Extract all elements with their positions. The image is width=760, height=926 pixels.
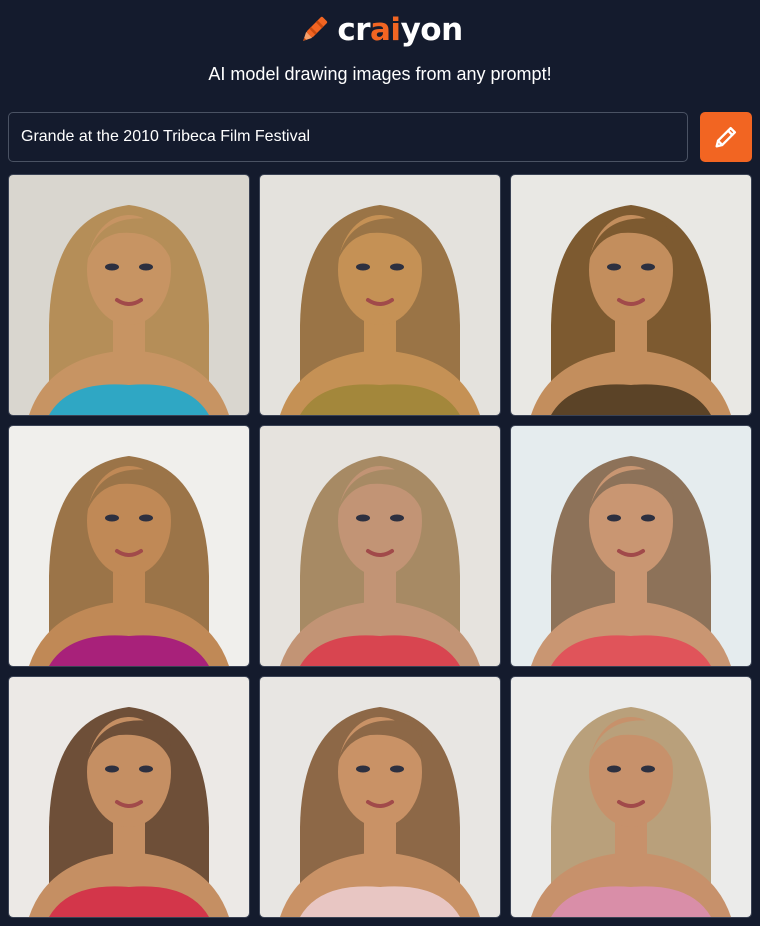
tagline: AI model drawing images from any prompt! [208, 64, 552, 84]
pencil-icon [715, 126, 737, 148]
portrait-image [511, 426, 751, 666]
result-image[interactable] [8, 676, 250, 918]
result-image[interactable] [8, 174, 250, 416]
logo[interactable]: craiyon [0, 8, 760, 52]
brand-name-accent: ai [370, 12, 401, 48]
portrait-image [9, 677, 249, 917]
brand-name: craiyon [337, 8, 464, 52]
brand-name-suffix: yon [400, 12, 464, 48]
draw-button[interactable] [700, 112, 752, 162]
portrait-image [9, 175, 249, 415]
result-image[interactable] [259, 425, 501, 667]
result-image[interactable] [259, 676, 501, 918]
crayon-icon [303, 16, 328, 41]
result-image[interactable] [510, 425, 752, 667]
prompt-input[interactable] [8, 112, 688, 162]
result-image[interactable] [510, 174, 752, 416]
brand-name-prefix: cr [337, 12, 371, 48]
results-grid [8, 174, 752, 918]
portrait-image [9, 426, 249, 666]
portrait-image [511, 677, 751, 917]
result-image[interactable] [8, 425, 250, 667]
result-image[interactable] [510, 676, 752, 918]
portrait-image [511, 175, 751, 415]
result-image[interactable] [259, 174, 501, 416]
portrait-image [260, 175, 500, 415]
craiyon-page: craiyon AI model drawing images from any… [0, 0, 760, 926]
search-row [8, 112, 752, 162]
portrait-image [260, 426, 500, 666]
portrait-image [260, 677, 500, 917]
